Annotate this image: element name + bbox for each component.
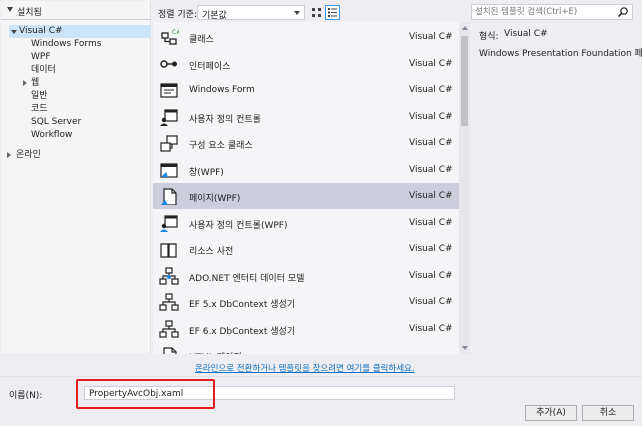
- template-description: Windows Presentation Foundation 페이지: [479, 49, 642, 59]
- template-name: 리소스 사전: [189, 247, 234, 257]
- template-row[interactable]: EF 6.x DbContext 생성기 Visual C#: [153, 316, 459, 342]
- scrollbar-thumb[interactable]: [461, 36, 468, 126]
- html-page-icon: [163, 347, 177, 354]
- template-name: 페이지(WPF): [189, 194, 241, 204]
- interface-icon: [160, 59, 177, 68]
- sort-label: 정렬 기준:: [158, 10, 198, 20]
- template-language: Visual C#: [409, 244, 453, 254]
- expand-arrow-icon[interactable]: [11, 30, 17, 34]
- expand-arrow-icon[interactable]: [23, 80, 27, 86]
- template-search-input[interactable]: [475, 6, 615, 18]
- template-language: Visual C#: [409, 138, 453, 148]
- template-row[interactable]: 사용자 정의 컨트롤 Visual C#: [153, 104, 459, 130]
- template-language: Visual C#: [409, 270, 453, 281]
- wpf-window-icon: [160, 162, 178, 178]
- template-name: 사용자 정의 컨트롤: [189, 114, 261, 125]
- tree-item-workflow[interactable]: Workflow: [31, 129, 72, 142]
- template-language: Visual C#: [409, 191, 453, 201]
- tree-item-general[interactable]: 일반: [31, 90, 48, 103]
- template-row[interactable]: ADO.NET 엔터티 데이터 모델 Visual C#: [153, 263, 459, 289]
- add-button[interactable]: 추가(A): [525, 405, 577, 421]
- template-language: Visual C#: [409, 32, 453, 42]
- template-name: Windows Form: [189, 85, 255, 95]
- small-icons-view-button[interactable]: [325, 5, 340, 20]
- list-view-icon: [328, 8, 337, 17]
- online-templates-link[interactable]: 온라인으로 전환하거나 템플릿을 찾으려면 여기를 클릭하세요.: [195, 362, 415, 374]
- tree-item-data[interactable]: 데이터: [31, 64, 56, 77]
- template-language: Visual C#: [409, 164, 453, 175]
- tree-item-wpf[interactable]: WPF: [31, 51, 51, 64]
- template-name: 사용자 정의 컨트롤(WPF): [189, 220, 288, 231]
- template-name: 인터페이스: [189, 61, 231, 72]
- template-name: EF 6.x DbContext 생성기: [189, 326, 296, 337]
- template-row[interactable]: C# 클래스 Visual C#: [153, 24, 459, 50]
- wpf-user-control-icon: [160, 214, 178, 232]
- cancel-button[interactable]: 취소: [582, 405, 634, 421]
- template-list: C#클래스Visual C#인터페이스Visual C#Windows Form…: [153, 22, 470, 354]
- tree-item-visual-csharp[interactable]: Visual C#: [9, 25, 151, 38]
- tree-item-web[interactable]: 웹: [23, 77, 83, 90]
- template-language: Visual C#: [409, 323, 453, 334]
- sort-value: 기본값: [202, 11, 227, 21]
- template-name: ADO.NET 엔터티 데이터 모델: [189, 273, 305, 284]
- template-search-box[interactable]: [471, 4, 633, 20]
- wpf-page-icon: [161, 188, 177, 205]
- type-value: Visual C#: [504, 29, 548, 39]
- type-label: 형식:: [479, 32, 499, 42]
- name-field[interactable]: [84, 386, 455, 400]
- collapse-arrow-icon[interactable]: [7, 7, 13, 12]
- tree-item-online[interactable]: 온라인: [7, 149, 87, 162]
- template-language: Visual C#: [409, 111, 453, 122]
- name-input[interactable]: [89, 388, 449, 399]
- name-label: 이름(N):: [9, 391, 43, 401]
- resource-dictionary-icon: [160, 243, 177, 258]
- template-details-panel: 형식: Visual C# Windows Presentation Found…: [471, 22, 642, 354]
- tree-item-sql-server[interactable]: SQL Server: [31, 116, 81, 129]
- user-control-icon: [160, 108, 178, 126]
- scroll-down-arrow-icon[interactable]: [462, 346, 468, 350]
- scroll-up-arrow-icon[interactable]: [462, 26, 468, 30]
- template-language: Visual C#: [409, 85, 453, 95]
- template-list-scrollbar[interactable]: [459, 22, 470, 354]
- dbcontext-icon: [159, 319, 179, 338]
- template-language: Visual C#: [409, 217, 453, 228]
- windows-form-icon: [160, 83, 178, 98]
- class-icon: C#: [161, 29, 179, 45]
- entity-data-model-icon: [159, 266, 179, 285]
- template-row[interactable]: Windows Form Visual C#: [153, 77, 459, 103]
- template-row[interactable]: 인터페이스 Visual C#: [153, 51, 459, 77]
- installed-label: 설치됨: [17, 8, 42, 18]
- template-name: 클래스: [189, 35, 214, 45]
- template-row[interactable]: EF 5.x DbContext 생성기 Visual C#: [153, 289, 459, 315]
- tree-item-windows-forms[interactable]: Windows Forms: [31, 38, 101, 51]
- expand-arrow-icon[interactable]: [7, 152, 11, 158]
- template-name: 창(WPF): [189, 167, 224, 178]
- template-name: 구성 요소 클래스: [189, 141, 253, 151]
- template-language: Visual C#: [409, 297, 453, 307]
- template-row[interactable]: 구성 요소 클래스 Visual C#: [153, 130, 459, 156]
- template-category-tree: 설치됨 Visual C# Windows Forms WPF 데이터 웹 일반…: [1, 1, 151, 353]
- installed-header[interactable]: 설치됨: [1, 1, 151, 20]
- template-name: EF 5.x DbContext 생성기: [189, 300, 296, 310]
- search-icon[interactable]: [617, 6, 629, 18]
- template-language: Visual C#: [409, 58, 453, 69]
- template-row[interactable]: 사용자 정의 컨트롤(WPF) Visual C#: [153, 210, 459, 236]
- chevron-down-icon: [294, 11, 300, 15]
- component-class-icon: [160, 135, 178, 152]
- template-row[interactable]: 리소스 사전 Visual C#: [153, 236, 459, 262]
- svg-text:C#: C#: [172, 29, 179, 36]
- medium-icons-view-button[interactable]: [309, 5, 324, 20]
- tree-item-code[interactable]: 코드: [31, 103, 48, 116]
- template-name: HTML 페이지: [189, 350, 242, 354]
- template-row[interactable]: 페이지(WPF) Visual C#: [153, 183, 459, 209]
- template-row[interactable]: HTML 페이지: [153, 342, 459, 354]
- grid-view-icon: [312, 8, 321, 17]
- sort-dropdown[interactable]: 기본값: [197, 5, 305, 21]
- template-row[interactable]: 창(WPF) Visual C#: [153, 157, 459, 183]
- dbcontext-icon: [159, 293, 179, 311]
